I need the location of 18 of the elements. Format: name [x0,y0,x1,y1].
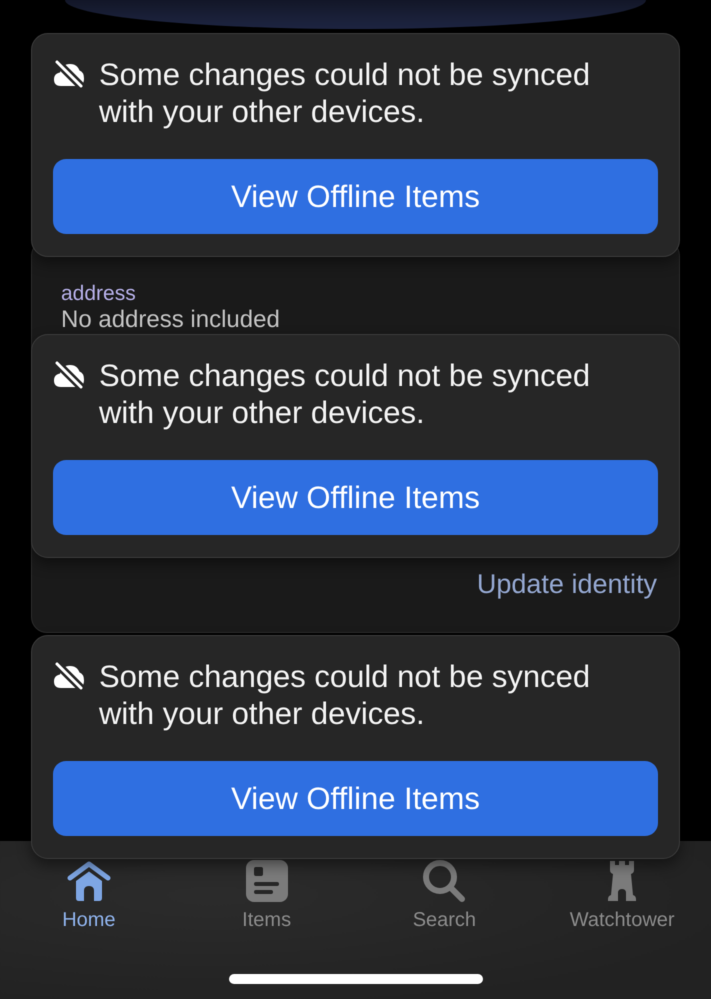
home-icon [66,859,112,903]
update-identity-link[interactable]: Update identity [476,568,657,600]
view-offline-items-button[interactable]: View Offline Items [53,460,658,535]
search-icon [422,859,466,903]
field-value: No address included [61,306,280,334]
cloud-off-icon [53,59,85,89]
view-offline-items-button[interactable]: View Offline Items [53,159,658,234]
warning-message: Some changes could not be synced with your other devices. [99,658,592,732]
cloud-off-icon [53,360,85,390]
warning-message: Some changes could not be synced with your other devices. [99,357,592,431]
nav-tab[interactable]: Search [412,859,476,932]
cloud-off-icon [53,661,85,691]
field-label: address [61,282,136,306]
nav-tab[interactable]: Home [62,859,116,932]
view-offline-items-button[interactable]: View Offline Items [53,761,658,836]
warning-message: Some changes could not be synced with your other devices. [99,56,592,130]
nav-tab[interactable]: Items [242,859,292,932]
nav-tab[interactable]: Watchtower [570,859,675,932]
